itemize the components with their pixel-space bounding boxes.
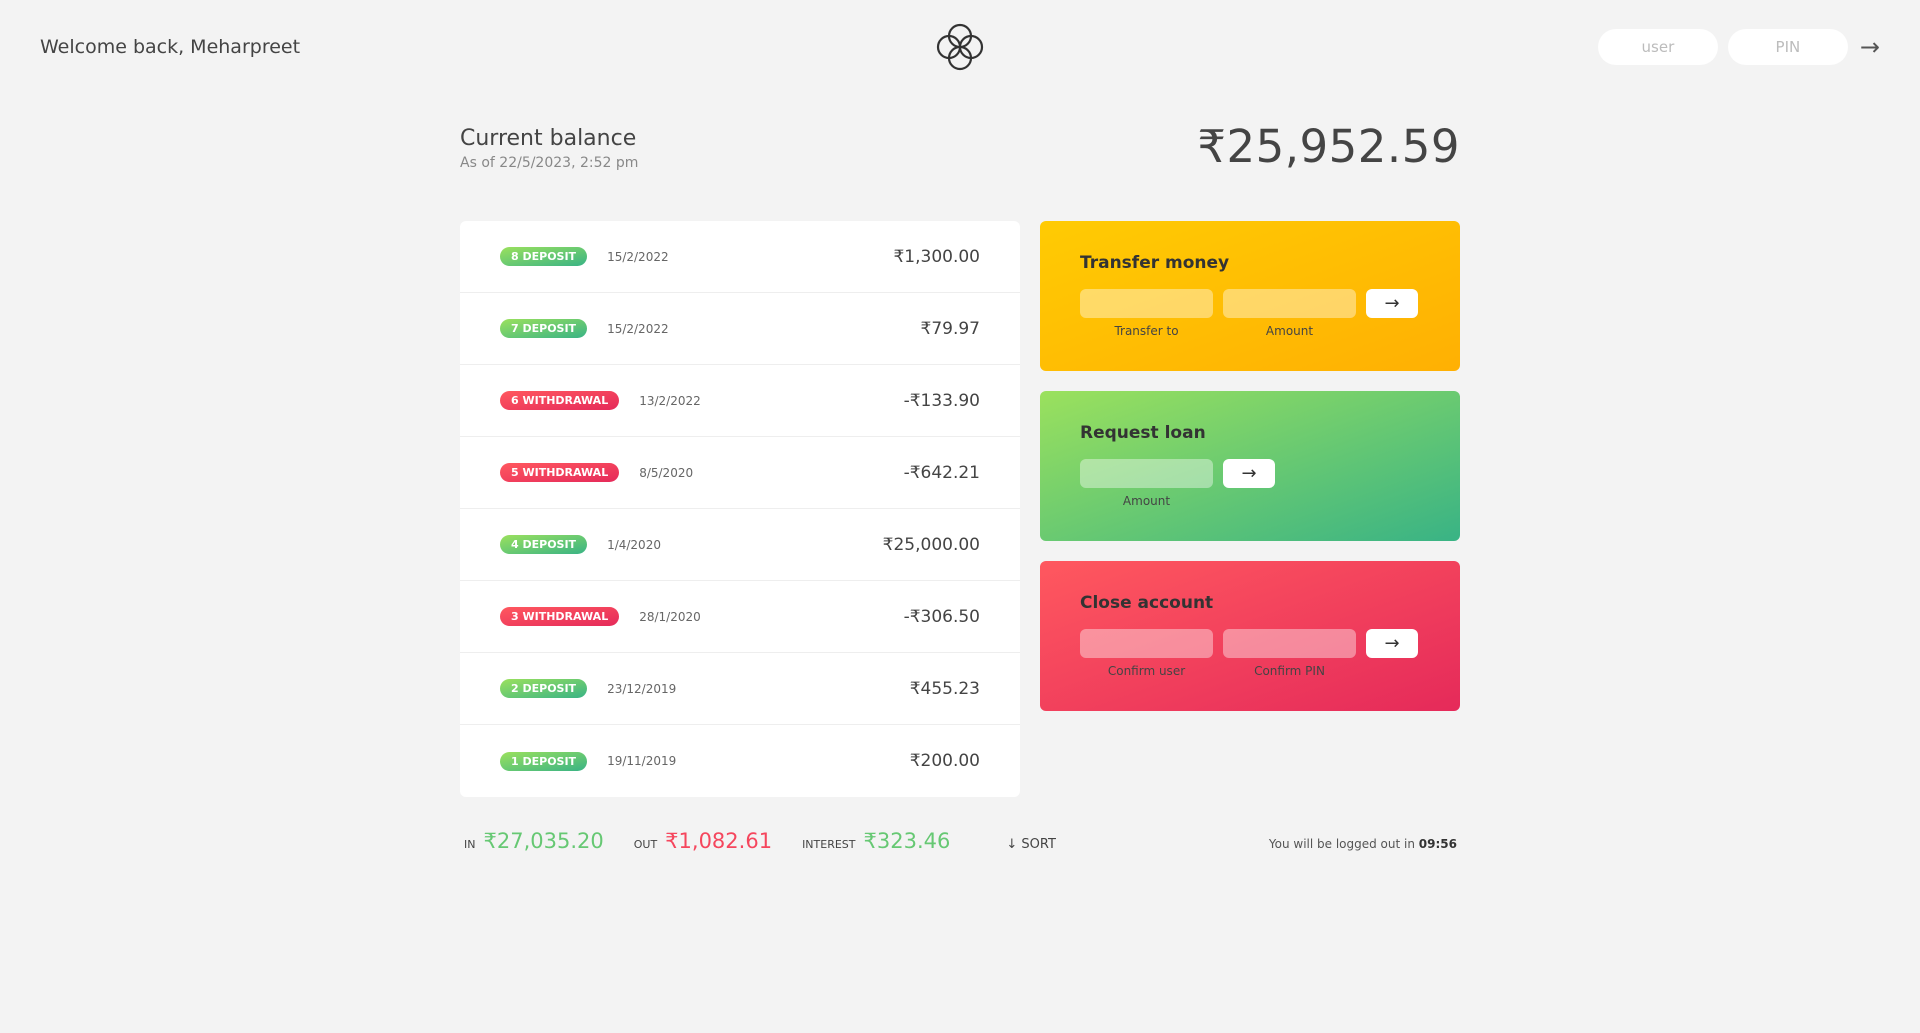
summary-out-label: Out <box>633 838 658 851</box>
movement-row: 7 DEPOSIT 15/2/2022 ₹79.97 <box>460 293 1020 365</box>
login-form: → <box>1280 29 1880 65</box>
movement-date: 1/4/2020 <box>607 537 661 552</box>
logout-text: You will be logged out in <box>1268 837 1415 851</box>
loan-title: Request loan <box>1080 423 1206 443</box>
movement-type-badge: 7 DEPOSIT <box>500 319 588 338</box>
transfer-money-card: Transfer money → Transfer to Amount <box>1040 221 1460 371</box>
summary-interest-value: ₹323.46 <box>863 829 951 853</box>
transfer-submit-button[interactable]: → <box>1366 289 1418 318</box>
movement-date: 28/1/2020 <box>639 609 701 624</box>
movement-row: 8 DEPOSIT 15/2/2022 ₹1,300.00 <box>460 221 1020 293</box>
request-loan-card: Request loan → Amount <box>1040 391 1460 541</box>
summary-bar: In ₹27,035.20 Out ₹1,082.61 Interest ₹32… <box>460 829 1460 853</box>
movement-value: ₹200.00 <box>909 751 980 771</box>
movement-value: -₹642.21 <box>903 462 980 483</box>
logout-timer-text: You will be logged out in 09:56 <box>1269 837 1457 851</box>
movement-date: 15/2/2022 <box>607 249 669 264</box>
movement-type-badge: 3 WITHDRAWAL <box>500 607 620 626</box>
close-pin-input[interactable] <box>1223 629 1356 658</box>
top-nav: Welcome back, Meharpreet → <box>0 0 1920 94</box>
loan-amount-input[interactable] <box>1080 459 1213 488</box>
loan-amount-label: Amount <box>1122 494 1171 508</box>
movement-row: 1 DEPOSIT 19/11/2019 ₹200.00 <box>460 725 1020 797</box>
movement-type-badge: 4 DEPOSIT <box>500 535 588 554</box>
login-button[interactable]: → <box>1860 35 1880 59</box>
movement-value: ₹1,300.00 <box>893 246 980 267</box>
login-user-input[interactable] <box>1597 29 1718 65</box>
balance-section: Current balance As of 22/5/2023, 2:52 pm… <box>460 120 1460 173</box>
movement-value: ₹455.23 <box>909 678 980 699</box>
close-submit-button[interactable]: → <box>1366 629 1418 658</box>
loan-submit-button[interactable]: → <box>1223 459 1275 488</box>
movement-value: -₹306.50 <box>903 606 980 627</box>
movement-value: ₹79.97 <box>920 318 980 339</box>
transfer-title: Transfer money <box>1080 253 1230 273</box>
transfer-amount-input[interactable] <box>1223 289 1356 318</box>
movement-date: 15/2/2022 <box>607 321 669 336</box>
movement-type-badge: 2 DEPOSIT <box>500 679 588 698</box>
movement-date: 8/5/2020 <box>639 465 694 480</box>
movement-row: 6 WITHDRAWAL 13/2/2022 -₹133.90 <box>460 365 1020 437</box>
close-pin-label: Confirm PIN <box>1254 664 1325 678</box>
close-title: Close account <box>1080 593 1214 613</box>
welcome-message: Welcome back, Meharpreet <box>40 36 301 58</box>
movement-date: 13/2/2022 <box>639 393 701 408</box>
balance-date-prefix: As of <box>460 155 495 171</box>
movement-type-badge: 5 WITHDRAWAL <box>500 463 620 482</box>
movement-row: 3 WITHDRAWAL 28/1/2020 -₹306.50 <box>460 581 1020 653</box>
close-user-label: Confirm user <box>1107 664 1186 678</box>
movement-value: -₹133.90 <box>903 390 980 411</box>
transfer-to-label: Transfer to <box>1114 324 1179 338</box>
movement-row: 4 DEPOSIT 1/4/2020 ₹25,000.00 <box>460 509 1020 581</box>
balance-date: 22/5/2023, 2:52 pm <box>499 155 639 171</box>
movement-type-badge: 1 DEPOSIT <box>500 751 588 771</box>
movements-list: 8 DEPOSIT 15/2/2022 ₹1,300.00 7 DEPOSIT … <box>460 221 1020 797</box>
transfer-form: → Transfer to Amount <box>1080 289 1420 338</box>
movement-type-badge: 6 WITHDRAWAL <box>500 391 620 410</box>
logout-timer: 09:56 <box>1418 837 1457 851</box>
movement-type-badge: 8 DEPOSIT <box>500 247 588 266</box>
close-account-card: Close account → Confirm user Confirm PIN <box>1040 561 1460 711</box>
login-pin-input[interactable] <box>1727 29 1848 65</box>
balance-info: Current balance As of 22/5/2023, 2:52 pm <box>460 126 638 171</box>
summary-in-value: ₹27,035.20 <box>483 829 604 853</box>
movement-row: 5 WITHDRAWAL 8/5/2020 -₹642.21 <box>460 437 1020 509</box>
movement-row: 2 DEPOSIT 23/12/2019 ₹455.23 <box>460 653 1020 725</box>
balance-date-line: As of 22/5/2023, 2:52 pm <box>460 155 638 171</box>
balance-value: ₹25,952.59 <box>1197 120 1460 173</box>
movement-value: ₹25,000.00 <box>882 534 980 555</box>
movement-date: 23/12/2019 <box>607 681 677 696</box>
close-form: → Confirm user Confirm PIN <box>1080 629 1420 678</box>
summary-in-label: In <box>464 838 476 851</box>
sort-button[interactable]: ↓ SORT <box>1006 837 1056 852</box>
transfer-to-input[interactable] <box>1080 289 1213 318</box>
transfer-amount-label: Amount <box>1265 324 1314 338</box>
logo-icon <box>930 17 990 77</box>
balance-label: Current balance <box>460 126 637 151</box>
loan-form: → Amount <box>1080 459 1420 508</box>
close-user-input[interactable] <box>1080 629 1213 658</box>
summary-interest-label: Interest <box>802 838 856 851</box>
summary-out-value: ₹1,082.61 <box>665 829 773 853</box>
movement-date: 19/11/2019 <box>607 754 677 768</box>
